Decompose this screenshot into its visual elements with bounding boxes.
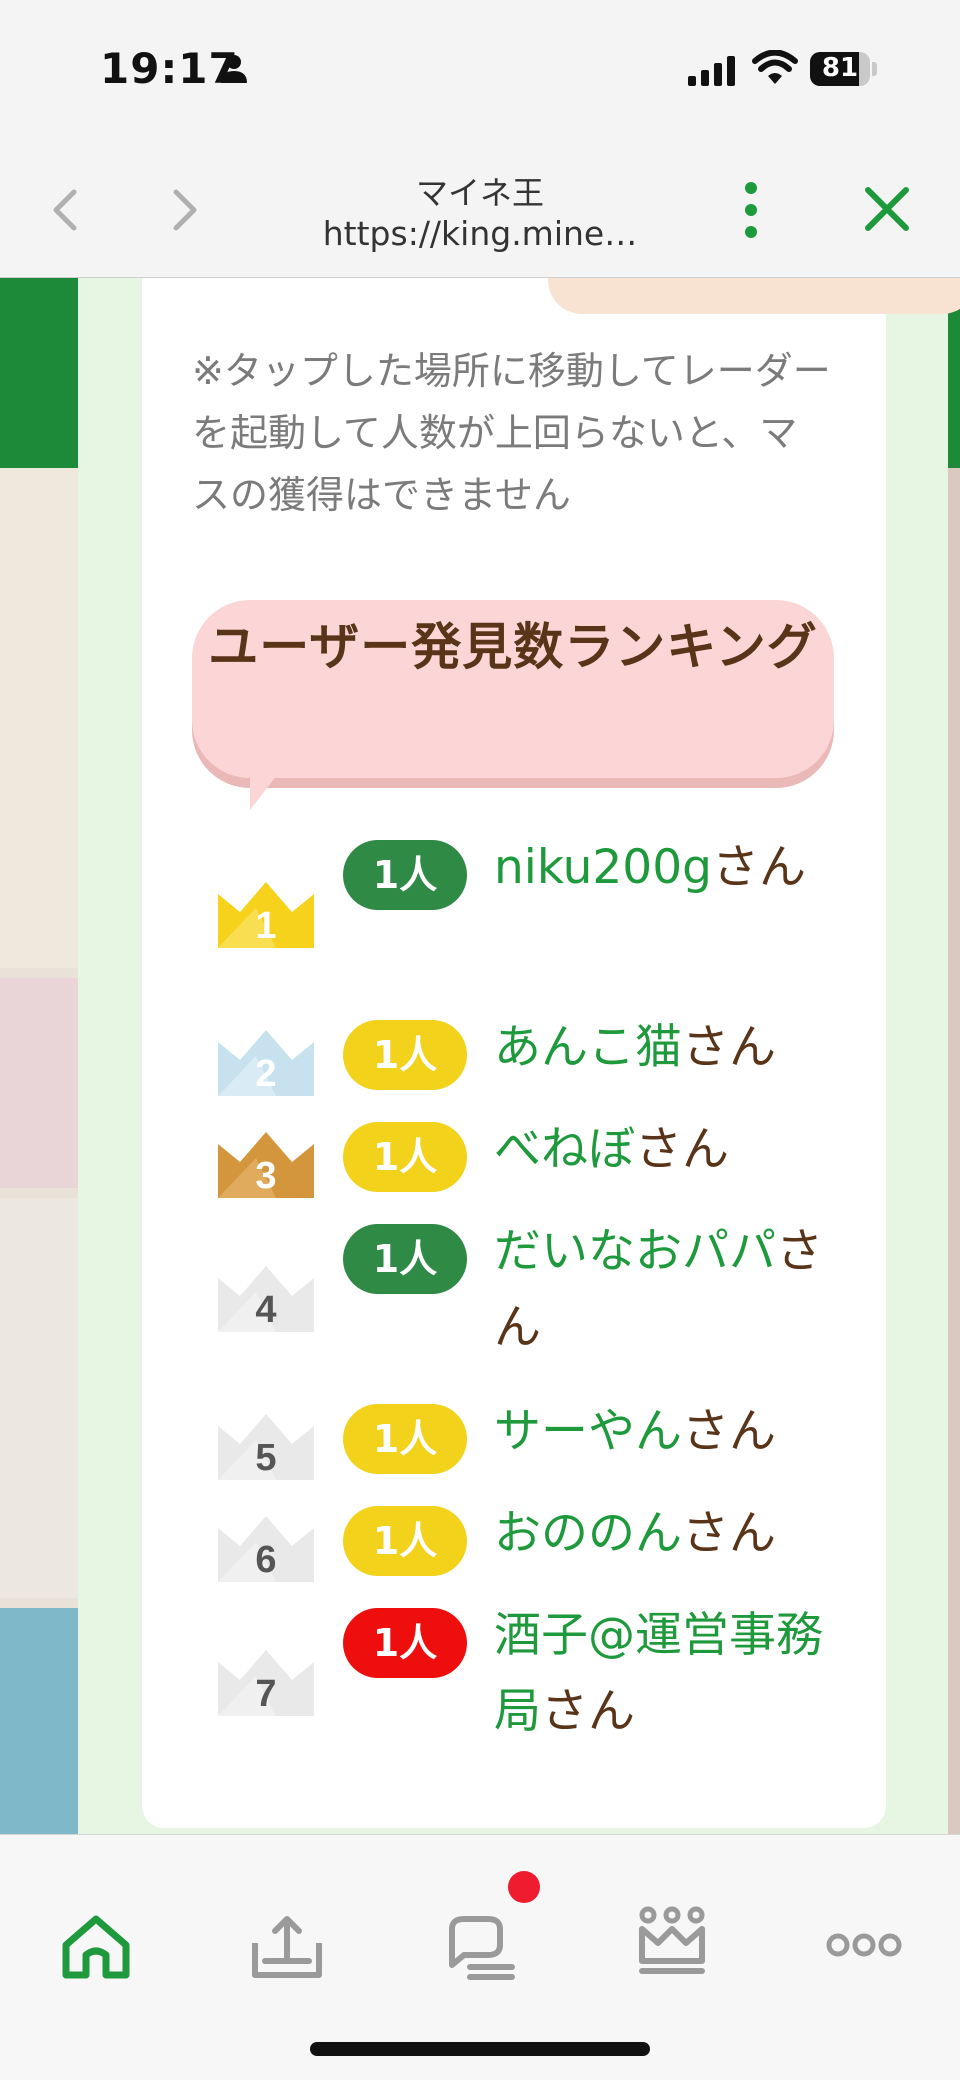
more-dots-icon[interactable] (824, 1905, 904, 1985)
user-count-badge: 1人 (343, 1224, 467, 1294)
user-name: あんこ猫 (494, 1020, 682, 1075)
background-map-strip-right (948, 468, 960, 1834)
user-count-badge: 1人 (343, 1506, 467, 1576)
battery-level: 81 (821, 53, 859, 83)
wifi-icon (752, 50, 798, 84)
notification-dot (508, 1871, 540, 1903)
forward-arrow-icon[interactable] (160, 180, 210, 240)
honorific-suffix: さん (682, 1404, 776, 1459)
ranking-user-name[interactable]: だいなおパパさん (494, 1214, 824, 1366)
user-name: サーやん (494, 1404, 682, 1459)
battery-nub (872, 62, 877, 76)
chat-bubble-icon[interactable] (440, 1905, 520, 1985)
honorific-suffix: さん (635, 1122, 729, 1177)
user-count-badge: 1人 (343, 1608, 467, 1678)
status-bar: 19:17 81 (0, 0, 960, 140)
ranking-user-name[interactable]: おののんさん (494, 1496, 824, 1572)
ranking-user-name[interactable]: 酒子@運営事務局さん (494, 1598, 824, 1750)
rank-number: 5 (255, 1437, 276, 1479)
ranking-user-name[interactable]: あんこ猫さん (494, 1010, 824, 1086)
user-count-badge: 1人 (343, 1404, 467, 1474)
page-title: マイネ王 (415, 174, 544, 212)
crown-icon[interactable] (632, 1905, 712, 1985)
card-top-button[interactable] (548, 278, 960, 314)
close-icon[interactable] (862, 184, 912, 234)
upload-tray-icon[interactable] (247, 1905, 327, 1985)
crown-rank-icon: 5 (218, 1414, 314, 1480)
more-vertical-icon[interactable] (736, 180, 766, 240)
user-name: おののん (494, 1506, 682, 1561)
user-count-badge: 1人 (343, 1122, 467, 1192)
signal-icon (688, 56, 735, 86)
page-url[interactable]: https://king.mine… (300, 214, 660, 253)
ranking-heading: ユーザー発見数ランキング (208, 618, 818, 676)
back-arrow-icon[interactable] (40, 180, 90, 240)
rank-number: 3 (255, 1155, 276, 1197)
crown-rank-icon: 4 (218, 1266, 314, 1332)
crown-rank-icon: 7 (218, 1650, 314, 1716)
user-name: べねぼ (494, 1122, 635, 1177)
status-time: 19:17 (100, 44, 239, 93)
honorific-suffix: さん (711, 840, 806, 895)
crown-rank-icon: 6 (218, 1516, 314, 1582)
rank-number: 7 (255, 1673, 276, 1715)
bubble-tail (250, 766, 284, 810)
rank-number: 6 (255, 1539, 276, 1581)
user-count-badge: 1人 (343, 1020, 467, 1090)
person-icon (221, 55, 247, 83)
user-name: だいなおパパ (494, 1224, 776, 1279)
browser-header: マイネ王 https://king.mine… (0, 140, 960, 278)
crown-rank-icon: 1 (218, 882, 314, 948)
home-indicator (310, 2042, 650, 2056)
crown-rank-icon: 3 (218, 1132, 314, 1198)
ranking-user-name[interactable]: べねぼさん (494, 1112, 824, 1188)
honorific-suffix: さん (682, 1020, 776, 1075)
crown-rank-icon: 2 (218, 1030, 314, 1096)
user-count-badge: 1人 (343, 840, 467, 910)
rank-number: 2 (255, 1053, 276, 1095)
honorific-suffix: さん (682, 1506, 776, 1561)
user-name: niku200g (494, 840, 712, 895)
web-content: ※タップした場所に移動してレーダーを起動して人数が上回らないと、マスの獲得はでき… (0, 278, 960, 1834)
background-map-strip (0, 468, 78, 1834)
ranking-user-name[interactable]: niku200gさん (494, 830, 824, 906)
rank-number: 4 (255, 1289, 276, 1331)
ranking-user-name[interactable]: サーやんさん (494, 1394, 824, 1470)
honorific-suffix: さん (541, 1684, 635, 1739)
notice-text: ※タップした場所に移動してレーダーを起動して人数が上回らないと、マスの獲得はでき… (192, 349, 831, 517)
rank-number: 1 (255, 905, 276, 947)
home-icon[interactable] (56, 1905, 136, 1985)
battery-indicator: 81 (810, 52, 870, 86)
